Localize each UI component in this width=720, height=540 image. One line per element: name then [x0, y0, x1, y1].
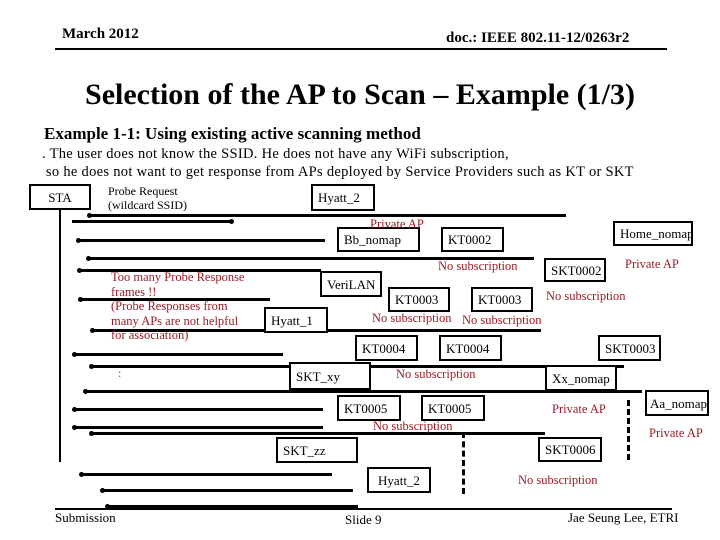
ap-box-skt0003: SKT0003: [598, 335, 661, 361]
ap-box-kt0002: KT0002: [441, 227, 504, 252]
ap-box-skt-zz: SKT_zz: [276, 437, 358, 463]
annotation-no-sub-kt0003-b: No subscription: [462, 313, 542, 327]
annotation-no-sub-skt0002: No subscription: [546, 289, 626, 303]
footer-author: Jae Seung Lee, ETRI: [568, 510, 679, 525]
ap-label: Hyatt_2: [378, 472, 420, 488]
probe-response-line: [101, 489, 353, 492]
probe-response-arrowhead: [100, 488, 105, 493]
probe-response-arrowhead: [83, 389, 88, 394]
probe-response-line: [77, 239, 325, 242]
probe-request-arrowhead: [229, 219, 234, 224]
example-line-1: . The user does not know the SSID. He do…: [42, 146, 509, 162]
ap-box-hyatt-2: Hyatt_2: [311, 184, 375, 211]
note-line-3: (Probe Responses from: [111, 299, 228, 313]
ap-label: KT0003: [395, 292, 439, 307]
ap-box-kt0005-a: KT0005: [337, 395, 401, 421]
ap-label: SKT0002: [551, 262, 602, 278]
ap-box-hyatt-2-b: Hyatt_2: [367, 467, 431, 493]
probe-response-arrowhead: [72, 352, 77, 357]
note-line-1: Too many Probe Response: [111, 270, 245, 284]
probe-response-arrowhead: [89, 364, 94, 369]
probe-request-arrow: [72, 220, 232, 223]
probe-response-line: [73, 408, 323, 411]
probe-request-label-2: (wildcard SSID): [108, 198, 187, 212]
probe-response-line: [73, 426, 323, 429]
ap-box-skt0006: SKT0006: [538, 437, 602, 462]
footer-submission: Submission: [55, 510, 116, 525]
ap-box-skt0002: SKT0002: [544, 258, 606, 282]
probe-response-line: [80, 473, 332, 476]
annotation-private-ap-aa: Private AP: [649, 426, 703, 440]
ap-box-verilan: VeriLAN: [320, 271, 382, 297]
ap-label: KT0005: [344, 400, 388, 416]
ap-box-home-nomap: Home_nomap: [613, 221, 694, 246]
probe-response-arrowhead: [72, 425, 77, 430]
ap-box-kt0003-a: KT0003: [388, 287, 450, 312]
ellipsis: :: [118, 366, 122, 380]
sta-label: STA: [48, 189, 72, 205]
dashed-divider: [462, 432, 468, 494]
annotation-private-ap-xx: Private AP: [552, 402, 606, 416]
annotation-no-sub-skt0006: No subscription: [518, 473, 598, 487]
ap-label: Bb_nomap: [344, 232, 402, 247]
ap-box-hyatt-1: Hyatt_1: [264, 307, 328, 333]
annotation-private-ap-home: Private AP: [625, 257, 679, 271]
annotation-no-sub-kt0005: No subscription: [373, 419, 453, 433]
ap-box-kt0003-b: KT0003: [471, 287, 533, 312]
dashed-divider: [627, 400, 633, 460]
slide-title: Selection of the AP to Scan – Example (1…: [85, 78, 635, 111]
too-many-responses-note: Too many Probe Response frames !! (Probe…: [111, 270, 244, 343]
ap-box-kt0004-b: KT0004: [439, 335, 502, 361]
ap-box-skt-xy: SKT_xy: [289, 362, 371, 390]
probe-response-arrowhead: [79, 472, 84, 477]
ap-label: Xx_nomap: [552, 370, 610, 386]
example-heading: Example 1-1: Using existing active scann…: [44, 124, 421, 143]
ap-label: Aa_nomap: [650, 395, 708, 411]
ap-label: KT0003: [478, 292, 522, 307]
probe-response-arrowhead: [78, 297, 83, 302]
note-line-4: many APs are not helpful: [111, 313, 239, 328]
example-line-2: so he does not want to get response from…: [42, 164, 634, 180]
ap-label: KT0002: [448, 232, 492, 247]
annotation-no-sub-kt0003-a: No subscription: [372, 311, 452, 325]
probe-request-label-1: Probe Request: [108, 184, 178, 198]
probe-response-arrowhead: [87, 213, 92, 218]
ap-label: VeriLAN: [327, 276, 376, 292]
probe-response-line: [90, 432, 545, 435]
probe-response-arrowhead: [90, 328, 95, 333]
probe-response-arrowhead: [76, 238, 81, 243]
ap-label: SKT0003: [605, 340, 656, 356]
ap-label: KT0005: [428, 400, 472, 416]
ap-label: KT0004: [362, 340, 406, 356]
probe-response-arrowhead: [77, 268, 82, 273]
sta-box: STA: [29, 184, 91, 210]
header-date: March 2012: [62, 26, 139, 42]
note-line-2: frames !!: [111, 284, 157, 299]
ap-box-kt0005-b: KT0005: [421, 395, 485, 421]
annotation-no-sub-kt0002: No subscription: [438, 259, 518, 273]
ap-box-xx-nomap: Xx_nomap: [545, 365, 617, 391]
ap-label: SKT_zz: [283, 442, 326, 458]
sta-lifeline: [59, 210, 61, 462]
footer-slide-number: Slide 9: [345, 512, 382, 527]
probe-response-line: [73, 353, 283, 356]
note-line-5: for association): [111, 328, 189, 342]
header-rule: [55, 48, 667, 50]
ap-label: SKT_xy: [296, 368, 341, 384]
ap-box-kt0004-a: KT0004: [355, 335, 418, 361]
annotation-no-sub-kt0004: No subscription: [396, 367, 476, 381]
ap-label: Hyatt_2: [318, 190, 360, 205]
probe-response-arrowhead: [86, 256, 91, 261]
annotation-private-ap-bb: Private AP: [370, 217, 424, 231]
ap-label: KT0004: [446, 340, 490, 356]
probe-response-arrowhead: [72, 407, 77, 412]
ap-box-aa-nomap: Aa_nomap: [645, 390, 709, 416]
ap-label: SKT0006: [545, 442, 596, 457]
probe-response-arrowhead: [89, 431, 94, 436]
header-doc-id: doc.: IEEE 802.11-12/0263r2: [446, 30, 630, 46]
ap-label: Home_nomap: [620, 226, 694, 241]
probe-response-line: [88, 214, 566, 217]
ap-label: Hyatt_1: [271, 312, 313, 328]
